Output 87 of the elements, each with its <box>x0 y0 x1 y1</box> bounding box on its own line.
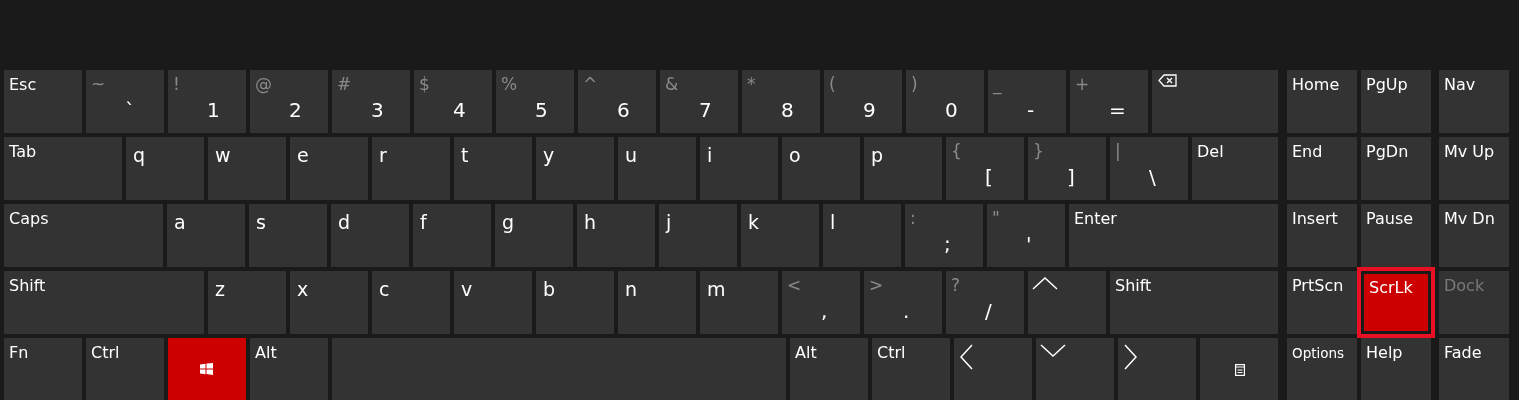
key[interactable]: ~ ` <box>86 70 164 133</box>
chevron-left-icon <box>960 344 973 370</box>
key[interactable]: : ; <box>905 204 983 267</box>
key[interactable]: Fn <box>4 338 82 400</box>
key[interactable]: Enter <box>1069 204 1278 267</box>
key[interactable]: Mv Dn <box>1439 204 1509 267</box>
key[interactable]: Esc <box>4 70 82 133</box>
key[interactable]: Alt <box>790 338 868 400</box>
backspace-icon <box>1158 74 1177 87</box>
key[interactable]: z <box>208 271 286 334</box>
key[interactable]: k <box>741 204 819 267</box>
menu-icon <box>1235 364 1245 376</box>
key[interactable]: q <box>126 137 204 200</box>
key[interactable]: } ] <box>1028 137 1106 200</box>
key[interactable]: i <box>700 137 778 200</box>
key[interactable]: a <box>167 204 245 267</box>
key[interactable]: Nav <box>1439 70 1509 133</box>
key[interactable] <box>1118 338 1196 400</box>
key[interactable]: Insert <box>1287 204 1357 267</box>
key[interactable]: j <box>659 204 737 267</box>
key[interactable] <box>1200 338 1278 400</box>
key[interactable]: Home <box>1287 70 1357 133</box>
key[interactable]: w <box>208 137 286 200</box>
key[interactable]: ) 0 <box>906 70 984 133</box>
key[interactable] <box>1036 338 1114 400</box>
key[interactable]: Shift <box>1110 271 1278 334</box>
key[interactable]: m <box>700 271 778 334</box>
key[interactable] <box>954 338 1032 400</box>
key[interactable]: p <box>864 137 942 200</box>
key[interactable]: c <box>372 271 450 334</box>
key[interactable]: PrtScn <box>1287 271 1357 334</box>
key[interactable]: Tab <box>4 137 122 200</box>
key[interactable]: | \ <box>1110 137 1188 200</box>
key[interactable]: y <box>536 137 614 200</box>
windows-icon <box>200 363 213 375</box>
key[interactable]: Ctrl <box>86 338 164 400</box>
key[interactable]: f <box>413 204 491 267</box>
key[interactable]: Del <box>1192 137 1278 200</box>
key[interactable]: PgUp <box>1361 70 1431 133</box>
key[interactable]: & 7 <box>660 70 738 133</box>
key[interactable]: < , <box>782 271 860 334</box>
key[interactable]: o <box>782 137 860 200</box>
key[interactable]: Options <box>1287 338 1357 400</box>
key[interactable]: $ 4 <box>414 70 492 133</box>
key[interactable]: ( 9 <box>824 70 902 133</box>
key[interactable]: % 5 <box>496 70 574 133</box>
key[interactable]: x <box>290 271 368 334</box>
key[interactable]: s <box>249 204 327 267</box>
key[interactable]: ! 1 <box>168 70 246 133</box>
key[interactable]: # 3 <box>332 70 410 133</box>
key[interactable]: { [ <box>946 137 1024 200</box>
key[interactable]: t <box>454 137 532 200</box>
chevron-right-icon <box>1124 344 1137 370</box>
key[interactable]: Pause <box>1361 204 1431 267</box>
chevron-down-icon <box>1040 344 1066 357</box>
key[interactable] <box>1152 70 1278 133</box>
key[interactable]: Fade <box>1439 338 1509 400</box>
key[interactable]: ^ 6 <box>578 70 656 133</box>
key[interactable]: Help <box>1361 338 1431 400</box>
key[interactable]: > . <box>864 271 942 334</box>
key[interactable]: e <box>290 137 368 200</box>
key[interactable]: * 8 <box>742 70 820 133</box>
key[interactable]: + = <box>1070 70 1148 133</box>
key[interactable]: @ 2 <box>250 70 328 133</box>
key[interactable]: Caps <box>4 204 163 267</box>
key[interactable]: b <box>536 271 614 334</box>
key[interactable]: ? / <box>946 271 1024 334</box>
key[interactable]: _ - <box>988 70 1066 133</box>
key[interactable]: v <box>454 271 532 334</box>
key[interactable]: Ctrl <box>872 338 950 400</box>
key[interactable]: Shift <box>4 271 204 334</box>
key[interactable] <box>1028 271 1106 334</box>
key[interactable]: r <box>372 137 450 200</box>
key[interactable]: Mv Up <box>1439 137 1509 200</box>
chevron-up-icon <box>1032 277 1058 290</box>
key[interactable]: n <box>618 271 696 334</box>
key[interactable]: " ' <box>987 204 1065 267</box>
space-key[interactable] <box>332 338 786 400</box>
key[interactable]: u <box>618 137 696 200</box>
key[interactable]: Alt <box>250 338 328 400</box>
key[interactable]: End <box>1287 137 1357 200</box>
key[interactable]: PgDn <box>1361 137 1431 200</box>
key[interactable]: h <box>577 204 655 267</box>
key[interactable]: d <box>331 204 409 267</box>
key[interactable]: l <box>823 204 901 267</box>
key[interactable] <box>168 338 246 400</box>
key[interactable]: g <box>495 204 573 267</box>
